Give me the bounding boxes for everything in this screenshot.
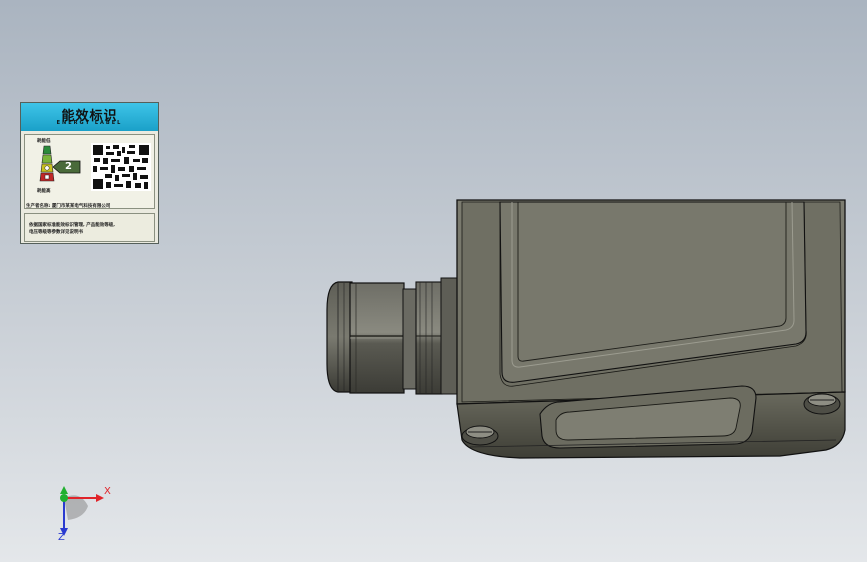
cable-gland-cap[interactable] (326, 281, 353, 393)
junction-box-model[interactable] (0, 0, 867, 562)
mounting-screw-right[interactable] (803, 393, 841, 415)
enclosure-body[interactable] (456, 199, 846, 410)
triad-z-label: Z (58, 532, 65, 543)
cable-gland-lock-nut[interactable] (402, 277, 458, 395)
triad-x-label: X (104, 486, 111, 497)
view-orientation-triad[interactable]: X Y Z (40, 480, 130, 550)
cable-gland-hex-nut[interactable] (349, 282, 405, 394)
triad-axes-icon (60, 486, 104, 536)
cad-graphics-viewport[interactable]: 能效标识 ENERGY LABEL 耗能低 耗能高 2 生产者名称: 厦门市某某… (0, 0, 867, 562)
mounting-screw-left[interactable] (461, 425, 499, 446)
